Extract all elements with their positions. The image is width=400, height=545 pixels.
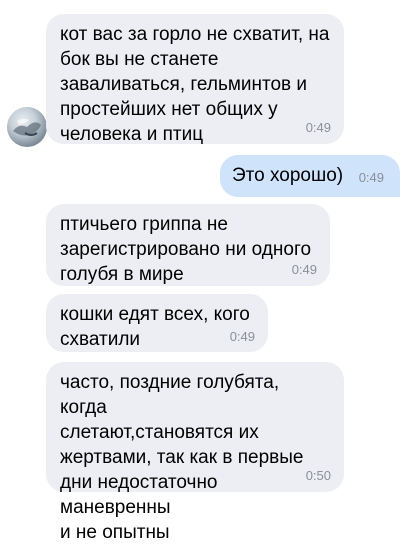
message-bubble-incoming[interactable]: кошки едят всех, кого схватили 0:49: [46, 294, 268, 352]
contact-avatar[interactable]: [7, 107, 47, 147]
message-time: 0:49: [358, 170, 384, 185]
message-time: 0:50: [305, 468, 331, 483]
message-text: птичьего гриппа не зарегистрировано ни о…: [60, 214, 312, 285]
message-time: 0:49: [305, 120, 331, 135]
message-time: 0:49: [291, 262, 317, 277]
message-bubble-incoming[interactable]: птичьего гриппа не зарегистрировано ни о…: [46, 204, 330, 286]
message-time: 0:49: [229, 329, 255, 344]
message-bubble-outgoing[interactable]: Это хорошо) 0:49: [220, 155, 400, 197]
message-bubble-incoming[interactable]: кот вас за горло не схватит, на бок вы н…: [46, 14, 344, 145]
avatar-photo-icon: [13, 118, 41, 136]
message-bubble-incoming[interactable]: часто, поздние голубята, когда слетают,с…: [46, 362, 344, 543]
message-text: кошки едят всех, кого схватили: [60, 304, 250, 350]
message-text: кот вас за горло не схватит, на бок вы н…: [60, 24, 330, 145]
message-text: часто, поздние голубята, когда слетают,с…: [60, 372, 304, 543]
